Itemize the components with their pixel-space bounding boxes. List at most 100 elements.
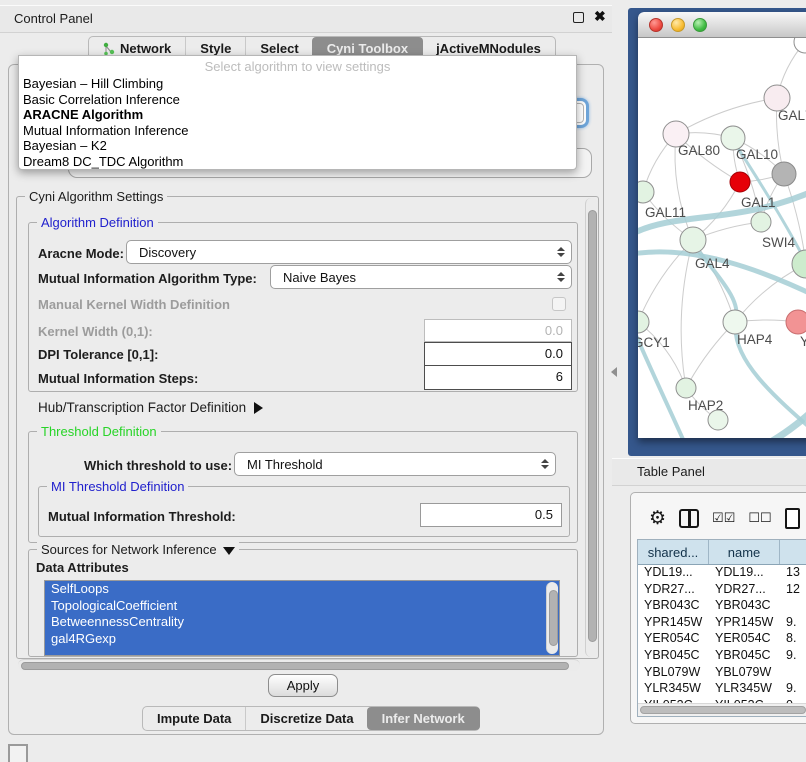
select-all-icon[interactable]: ☑☑ <box>712 510 735 526</box>
tab-label: Select <box>260 41 298 56</box>
network-node-gray-node[interactable] <box>772 162 796 186</box>
mi-steps-label: Mutual Information Steps: <box>38 371 198 386</box>
minimize-window-icon[interactable] <box>671 18 685 32</box>
mi-algorithm-type-label: Mutual Information Algorithm Type: <box>38 271 257 286</box>
table-cell: YER054C <box>709 631 780 648</box>
close-window-icon[interactable] <box>649 18 663 32</box>
sources-title[interactable]: Sources for Network Inference <box>37 542 239 557</box>
mi-algorithm-type-value: Naive Bayes <box>283 270 356 285</box>
application-window: Control Panel ✖ NetworkStyleSelectCyni T… <box>0 0 806 762</box>
algorithm-option[interactable]: Bayesian – K2 <box>23 138 576 154</box>
network-node-bottom-partial[interactable] <box>708 410 728 430</box>
sources-title-text: Sources for Network Inference <box>41 542 217 557</box>
table-cell: YDL19... <box>638 565 709 582</box>
split-panel-icon[interactable] <box>679 509 699 528</box>
table-cell: YDR27... <box>709 582 780 599</box>
gear-icon[interactable]: ⚙ <box>649 509 666 528</box>
which-threshold-combo[interactable]: MI Threshold <box>234 452 556 476</box>
attribute-item[interactable]: SelfLoops <box>45 581 559 598</box>
attributes-vertical-scrollbar[interactable] <box>546 582 558 654</box>
table-cell: 9. <box>780 681 806 698</box>
attribute-item[interactable]: gal4RGexp <box>45 631 559 648</box>
collapsed-panel-icon[interactable] <box>8 744 28 762</box>
network-node-GAL11[interactable] <box>638 181 654 203</box>
network-node-SWI4[interactable] <box>751 212 771 232</box>
deselect-all-icon[interactable]: ☐☐ <box>748 510 771 526</box>
algorithm-popup-hint: Select algorithm to view settings <box>19 56 576 74</box>
node-label-GAL4: GAL4 <box>695 256 730 271</box>
table-row[interactable]: YPR145WYPR145W9. <box>638 615 806 632</box>
network-node-top-partial[interactable] <box>794 38 806 53</box>
tab-impute-data[interactable]: Impute Data <box>143 707 245 730</box>
table-cell: YBL079W <box>709 665 780 682</box>
network-node-HAP2[interactable] <box>676 378 696 398</box>
scrollbar-thumb[interactable] <box>549 590 558 646</box>
column-header[interactable] <box>780 540 806 564</box>
network-node-salmon-node[interactable] <box>786 310 806 334</box>
network-graph: GAL7GAL80GAL10GAL1GAL11SWI4GAL4GCY1HAP4Y… <box>638 38 806 438</box>
hub-definition-label: Hub/Transcription Factor Definition <box>38 400 246 415</box>
node-label-GAL80: GAL80 <box>678 143 720 158</box>
network-window-titlebar[interactable] <box>638 12 806 38</box>
float-panel-icon[interactable] <box>573 12 584 23</box>
table-row[interactable]: YDL19...YDL19...13 <box>638 565 806 582</box>
network-node-red-node[interactable] <box>730 172 750 192</box>
algorithm-option[interactable]: Basic Correlation Inference <box>23 92 576 108</box>
dpi-tolerance-field[interactable]: 0.0 <box>424 342 572 366</box>
table-cell: YDL19... <box>709 565 780 582</box>
table-row[interactable]: YBL079WYBL079W <box>638 665 806 682</box>
tab-label: Impute Data <box>157 711 231 726</box>
scrollbar-thumb[interactable] <box>21 662 569 670</box>
table-horizontal-scrollbar[interactable] <box>638 703 806 716</box>
table-row[interactable]: YLR345WYLR345W9. <box>638 681 806 698</box>
node-label-GCY1: GCY1 <box>638 335 670 350</box>
algorithm-option[interactable]: Mutual Information Inference <box>23 123 576 139</box>
table-row[interactable]: YDR27...YDR27...12 <box>638 582 806 599</box>
attribute-item[interactable]: TopologicalCoefficient <box>45 598 559 615</box>
node-label-HAP4: HAP4 <box>737 332 773 347</box>
algorithm-option[interactable]: ARACNE Algorithm <box>23 107 576 123</box>
mi-threshold-field[interactable]: 0.5 <box>420 503 562 527</box>
aracne-mode-value: Discovery <box>139 245 196 260</box>
algorithm-definition-title: Algorithm Definition <box>37 215 158 230</box>
network-edge-highlighted <box>756 400 806 438</box>
table-row[interactable]: YBR043CYBR043C <box>638 598 806 615</box>
aracne-mode-combo[interactable]: Discovery <box>126 240 572 264</box>
algorithm-option[interactable]: Bayesian – Hill Climbing <box>23 76 576 92</box>
manual-kernel-width-checkbox[interactable] <box>552 297 566 311</box>
algorithm-option[interactable]: Dream8 DC_TDC Algorithm <box>23 154 576 170</box>
algorithm-popup-list: Bayesian – Hill ClimbingBasic Correlatio… <box>19 74 576 169</box>
scrollbar-thumb[interactable] <box>640 706 806 714</box>
network-canvas[interactable]: GAL7GAL80GAL10GAL1GAL11SWI4GAL4GCY1HAP4Y… <box>638 38 806 438</box>
zoom-window-icon[interactable] <box>693 18 707 32</box>
node-table: shared...name YDL19...YDL19...13YDR27...… <box>637 539 806 717</box>
table-cell: YLR345W <box>709 681 780 698</box>
tab-infer-network[interactable]: Infer Network <box>367 707 480 730</box>
close-panel-icon[interactable]: ✖ <box>594 8 606 25</box>
column-header[interactable]: name <box>709 540 780 564</box>
network-node-HAP4[interactable] <box>723 310 747 334</box>
panel-divider-handle[interactable] <box>611 367 617 377</box>
cyni-bottom-tab-bar: Impute Data Discretize DataInfer Network <box>142 706 480 731</box>
mi-threshold-label: Mutual Information Threshold: <box>48 509 236 524</box>
combo-arrows-icon <box>557 272 565 282</box>
file-icon[interactable] <box>785 508 800 529</box>
scrollbar-thumb[interactable] <box>588 210 597 642</box>
settings-vertical-scrollbar[interactable] <box>585 198 598 657</box>
attribute-item[interactable]: BetweennessCentrality <box>45 614 559 631</box>
tab-label: jActiveMNodules <box>436 41 541 56</box>
table-cell <box>780 598 806 615</box>
network-node-big-green[interactable] <box>792 250 806 278</box>
which-threshold-label: Which threshold to use: <box>84 458 232 473</box>
column-header[interactable]: shared... <box>638 540 709 564</box>
tab-discretize-data[interactable]: Discretize Data <box>245 707 367 730</box>
settings-horizontal-scrollbar[interactable] <box>18 659 580 671</box>
network-node-GAL4[interactable] <box>680 227 706 253</box>
table-row[interactable]: YER054CYER054C8. <box>638 631 806 648</box>
mi-algorithm-type-combo[interactable]: Naive Bayes <box>270 265 572 289</box>
kernel-width-field[interactable]: 0.0 <box>424 319 572 342</box>
table-row[interactable]: YBR045CYBR045C9. <box>638 648 806 665</box>
hub-definition-toggle[interactable]: Hub/Transcription Factor Definition <box>38 400 263 415</box>
apply-button[interactable]: Apply <box>268 674 338 697</box>
mi-steps-field[interactable]: 6 <box>424 366 572 390</box>
